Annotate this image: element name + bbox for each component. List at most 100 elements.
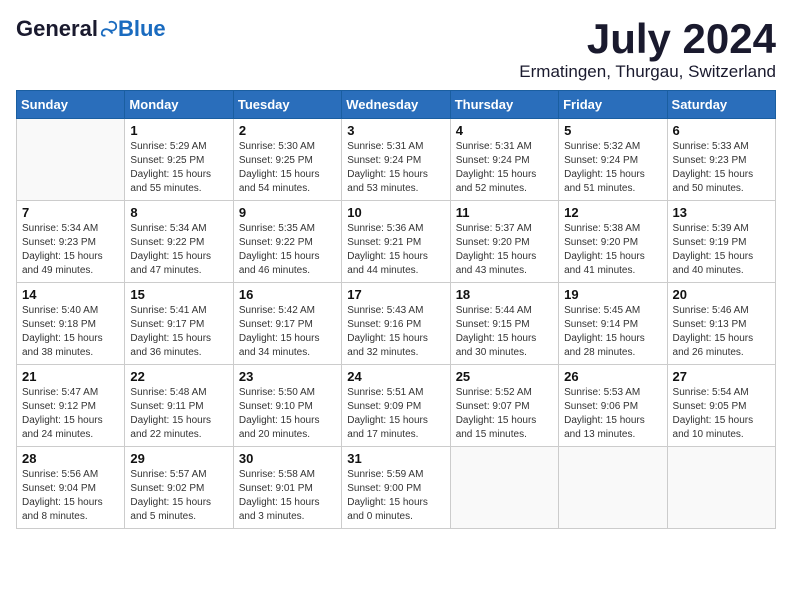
calendar-cell: 2 Sunrise: 5:30 AMSunset: 9:25 PMDaylight… bbox=[233, 119, 341, 201]
day-number: 29 bbox=[130, 451, 227, 466]
cell-details: Sunrise: 5:42 AMSunset: 9:17 PMDaylight:… bbox=[239, 304, 336, 360]
calendar-cell: 10Sunrise: 5:36 AMSunset: 9:21 PMDayligh… bbox=[342, 201, 450, 283]
cell-details: Sunrise: 5:51 AMSunset: 9:09 PMDaylight:… bbox=[347, 386, 444, 442]
day-number: 4 bbox=[456, 123, 553, 138]
week-row-1: 1 Sunrise: 5:29 AMSunset: 9:25 PMDaylight… bbox=[17, 119, 776, 201]
calendar-cell: 25Sunrise: 5:52 AMSunset: 9:07 PMDayligh… bbox=[450, 365, 558, 447]
calendar-cell: 28 Sunrise: 5:56 AMSunset: 9:04 PMDayligh… bbox=[17, 447, 125, 529]
calendar-cell: 18 Sunrise: 5:44 AMSunset: 9:15 PMDayligh… bbox=[450, 283, 558, 365]
calendar-cell: 13 Sunrise: 5:39 AMSunset: 9:19 PMDayligh… bbox=[667, 201, 775, 283]
cell-details: Sunrise: 5:38 AMSunset: 9:20 PMDaylight:… bbox=[564, 222, 661, 278]
cell-details: Sunrise: 5:48 AMSunset: 9:11 PMDaylight:… bbox=[130, 386, 227, 442]
cell-details: Sunrise: 5:39 AMSunset: 9:19 PMDaylight:… bbox=[673, 222, 770, 278]
calendar-cell: 23 Sunrise: 5:50 AMSunset: 9:10 PMDayligh… bbox=[233, 365, 341, 447]
calendar-header-tuesday: Tuesday bbox=[233, 91, 341, 119]
calendar-cell: 21Sunrise: 5:47 AMSunset: 9:12 PMDayligh… bbox=[17, 365, 125, 447]
calendar-cell: 27Sunrise: 5:54 AMSunset: 9:05 PMDayligh… bbox=[667, 365, 775, 447]
calendar-cell: 16 Sunrise: 5:42 AMSunset: 9:17 PMDayligh… bbox=[233, 283, 341, 365]
cell-details: Sunrise: 5:46 AMSunset: 9:13 PMDaylight:… bbox=[673, 304, 770, 360]
cell-details: Sunrise: 5:53 AMSunset: 9:06 PMDaylight:… bbox=[564, 386, 661, 442]
calendar-header-row: SundayMondayTuesdayWednesdayThursdayFrid… bbox=[17, 91, 776, 119]
day-number: 25 bbox=[456, 369, 553, 384]
cell-details: Sunrise: 5:30 AMSunset: 9:25 PMDaylight:… bbox=[239, 140, 336, 196]
day-number: 23 bbox=[239, 369, 336, 384]
logo-bird-icon bbox=[100, 20, 118, 38]
cell-details: Sunrise: 5:31 AMSunset: 9:24 PMDaylight:… bbox=[456, 140, 553, 196]
day-number: 9 bbox=[239, 205, 336, 220]
calendar-header-wednesday: Wednesday bbox=[342, 91, 450, 119]
logo-blue-text: Blue bbox=[118, 16, 166, 42]
day-number: 15 bbox=[130, 287, 227, 302]
day-number: 1 bbox=[130, 123, 227, 138]
day-number: 21 bbox=[22, 369, 119, 384]
month-year-title: July 2024 bbox=[519, 16, 776, 62]
day-number: 28 bbox=[22, 451, 119, 466]
calendar-cell: 22Sunrise: 5:48 AMSunset: 9:11 PMDayligh… bbox=[125, 365, 233, 447]
calendar-cell: 9Sunrise: 5:35 AMSunset: 9:22 PMDaylight… bbox=[233, 201, 341, 283]
cell-details: Sunrise: 5:56 AMSunset: 9:04 PMDaylight:… bbox=[22, 468, 119, 524]
day-number: 30 bbox=[239, 451, 336, 466]
cell-details: Sunrise: 5:44 AMSunset: 9:15 PMDaylight:… bbox=[456, 304, 553, 360]
calendar-cell bbox=[559, 447, 667, 529]
day-number: 5 bbox=[564, 123, 661, 138]
day-number: 8 bbox=[130, 205, 227, 220]
calendar-cell: 31Sunrise: 5:59 AMSunset: 9:00 PMDayligh… bbox=[342, 447, 450, 529]
calendar-cell: 3 Sunrise: 5:31 AMSunset: 9:24 PMDaylight… bbox=[342, 119, 450, 201]
calendar-header-monday: Monday bbox=[125, 91, 233, 119]
calendar-cell: 14 Sunrise: 5:40 AMSunset: 9:18 PMDayligh… bbox=[17, 283, 125, 365]
location-subtitle: Ermatingen, Thurgau, Switzerland bbox=[519, 62, 776, 82]
cell-details: Sunrise: 5:32 AMSunset: 9:24 PMDaylight:… bbox=[564, 140, 661, 196]
header: General Blue July 2024 Ermatingen, Thurg… bbox=[16, 16, 776, 82]
calendar-cell: 6 Sunrise: 5:33 AMSunset: 9:23 PMDaylight… bbox=[667, 119, 775, 201]
calendar-cell: 7 Sunrise: 5:34 AMSunset: 9:23 PMDaylight… bbox=[17, 201, 125, 283]
day-number: 26 bbox=[564, 369, 661, 384]
cell-details: Sunrise: 5:50 AMSunset: 9:10 PMDaylight:… bbox=[239, 386, 336, 442]
cell-details: Sunrise: 5:58 AMSunset: 9:01 PMDaylight:… bbox=[239, 468, 336, 524]
week-row-4: 21Sunrise: 5:47 AMSunset: 9:12 PMDayligh… bbox=[17, 365, 776, 447]
calendar-cell: 11Sunrise: 5:37 AMSunset: 9:20 PMDayligh… bbox=[450, 201, 558, 283]
day-number: 16 bbox=[239, 287, 336, 302]
day-number: 19 bbox=[564, 287, 661, 302]
calendar-cell: 5 Sunrise: 5:32 AMSunset: 9:24 PMDaylight… bbox=[559, 119, 667, 201]
cell-details: Sunrise: 5:36 AMSunset: 9:21 PMDaylight:… bbox=[347, 222, 444, 278]
day-number: 31 bbox=[347, 451, 444, 466]
day-number: 3 bbox=[347, 123, 444, 138]
cell-details: Sunrise: 5:57 AMSunset: 9:02 PMDaylight:… bbox=[130, 468, 227, 524]
day-number: 18 bbox=[456, 287, 553, 302]
calendar-cell: 15 Sunrise: 5:41 AMSunset: 9:17 PMDayligh… bbox=[125, 283, 233, 365]
cell-details: Sunrise: 5:29 AMSunset: 9:25 PMDaylight:… bbox=[130, 140, 227, 196]
week-row-5: 28 Sunrise: 5:56 AMSunset: 9:04 PMDayligh… bbox=[17, 447, 776, 529]
calendar-table: SundayMondayTuesdayWednesdayThursdayFrid… bbox=[16, 90, 776, 529]
cell-details: Sunrise: 5:33 AMSunset: 9:23 PMDaylight:… bbox=[673, 140, 770, 196]
day-number: 2 bbox=[239, 123, 336, 138]
calendar-cell: 8Sunrise: 5:34 AMSunset: 9:22 PMDaylight… bbox=[125, 201, 233, 283]
day-number: 14 bbox=[22, 287, 119, 302]
logo-general-text: General bbox=[16, 16, 98, 42]
calendar-cell: 17 Sunrise: 5:43 AMSunset: 9:16 PMDayligh… bbox=[342, 283, 450, 365]
day-number: 27 bbox=[673, 369, 770, 384]
title-section: July 2024 Ermatingen, Thurgau, Switzerla… bbox=[519, 16, 776, 82]
cell-details: Sunrise: 5:41 AMSunset: 9:17 PMDaylight:… bbox=[130, 304, 227, 360]
day-number: 6 bbox=[673, 123, 770, 138]
day-number: 13 bbox=[673, 205, 770, 220]
day-number: 24 bbox=[347, 369, 444, 384]
calendar-cell bbox=[667, 447, 775, 529]
cell-details: Sunrise: 5:40 AMSunset: 9:18 PMDaylight:… bbox=[22, 304, 119, 360]
calendar-header-thursday: Thursday bbox=[450, 91, 558, 119]
day-number: 20 bbox=[673, 287, 770, 302]
day-number: 12 bbox=[564, 205, 661, 220]
week-row-2: 7 Sunrise: 5:34 AMSunset: 9:23 PMDaylight… bbox=[17, 201, 776, 283]
cell-details: Sunrise: 5:34 AMSunset: 9:23 PMDaylight:… bbox=[22, 222, 119, 278]
cell-details: Sunrise: 5:45 AMSunset: 9:14 PMDaylight:… bbox=[564, 304, 661, 360]
calendar-cell: 19 Sunrise: 5:45 AMSunset: 9:14 PMDayligh… bbox=[559, 283, 667, 365]
logo: General Blue bbox=[16, 16, 166, 42]
day-number: 11 bbox=[456, 205, 553, 220]
cell-details: Sunrise: 5:31 AMSunset: 9:24 PMDaylight:… bbox=[347, 140, 444, 196]
day-number: 17 bbox=[347, 287, 444, 302]
calendar-cell: 1 Sunrise: 5:29 AMSunset: 9:25 PMDaylight… bbox=[125, 119, 233, 201]
day-number: 7 bbox=[22, 205, 119, 220]
cell-details: Sunrise: 5:43 AMSunset: 9:16 PMDaylight:… bbox=[347, 304, 444, 360]
calendar-header-friday: Friday bbox=[559, 91, 667, 119]
calendar-cell bbox=[450, 447, 558, 529]
calendar-header-saturday: Saturday bbox=[667, 91, 775, 119]
